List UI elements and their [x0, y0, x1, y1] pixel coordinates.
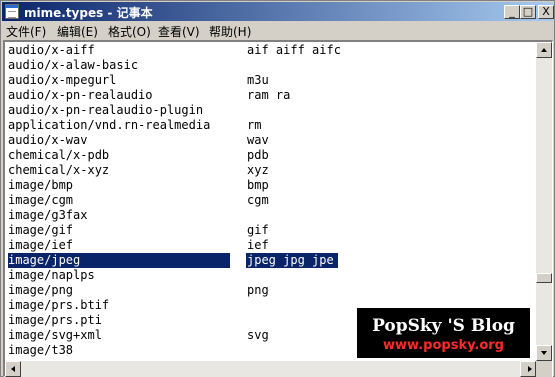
mime-type-text: image/ief	[8, 238, 74, 252]
extensions-text: wav	[247, 133, 269, 147]
maximize-button[interactable]: □	[520, 5, 536, 19]
extensions-text: jpeg jpg jpe	[247, 253, 334, 267]
minimize-button[interactable]: _	[504, 5, 520, 19]
arrow-down-icon[interactable]	[536, 345, 552, 361]
mime-type-text: image/svg+xml	[8, 328, 102, 342]
text-line[interactable]: image/ief ief	[8, 238, 535, 253]
text-line[interactable]: audio/x-mpegurl m3u	[8, 73, 535, 88]
mime-type-text: image/cgm	[8, 193, 74, 207]
mime-type-text: audio/x-wav	[8, 133, 88, 147]
title-bar[interactable]: mime.types - 记事本 _ □ X	[2, 2, 554, 21]
text-line[interactable]: image/naplps	[8, 268, 535, 283]
arrow-up-icon[interactable]	[536, 42, 552, 58]
extensions-text: pdb	[247, 148, 269, 162]
text-line[interactable]: audio/x-wav wav	[8, 133, 535, 148]
extensions-text: bmp	[247, 178, 269, 192]
size-grip[interactable]	[536, 361, 552, 377]
notepad-icon[interactable]	[5, 4, 19, 19]
blog-watermark: PopSky 'S Blog www.popsky.org	[357, 308, 530, 358]
mime-type-text: chemical/x-pdb	[8, 148, 110, 162]
mime-type-text: image/prs.btif	[8, 298, 110, 312]
menu-view[interactable]: 查看(V)	[158, 23, 200, 40]
vertical-scroll-thumb[interactable]	[536, 273, 552, 283]
notepad-window: mime.types - 记事本 _ □ X 文件(F) 编辑(E) 格式(O)…	[0, 0, 555, 377]
mime-type-text: image/t38	[8, 343, 74, 357]
mime-type-text: image/png	[8, 283, 74, 297]
menu-file[interactable]: 文件(F)	[6, 23, 46, 40]
menu-format[interactable]: 格式(O)	[108, 23, 151, 40]
mime-type-text: audio/x-alaw-basic	[8, 58, 139, 72]
mime-type-text: audio/x-aiff	[8, 43, 95, 57]
mime-type-text: image/naplps	[8, 268, 95, 282]
mime-type-text: audio/x-pn-realaudio	[8, 88, 153, 102]
text-line[interactable]: chemical/x-xyz xyz	[8, 163, 535, 178]
text-line[interactable]: image/gif gif	[8, 223, 535, 238]
mime-type-text: image/gif	[8, 223, 74, 237]
watermark-url: www.popsky.org	[383, 338, 504, 353]
extensions-text: xyz	[247, 163, 269, 177]
arrow-left-icon[interactable]	[5, 361, 21, 377]
window-title: mime.types - 记事本	[24, 6, 153, 20]
mime-type-text: image/prs.pti	[8, 313, 102, 327]
mime-type-text: audio/x-mpegurl	[8, 73, 117, 87]
text-line[interactable]: image/g3fax	[8, 208, 535, 223]
extensions-text: ief	[247, 238, 269, 252]
extensions-text: m3u	[247, 73, 269, 87]
text-line[interactable]: audio/x-alaw-basic	[8, 58, 535, 73]
extensions-text: ram ra	[247, 88, 291, 102]
mime-type-text: image/jpeg	[8, 253, 81, 267]
mime-type-text: image/g3fax	[8, 208, 88, 222]
horizontal-scrollbar[interactable]	[5, 361, 536, 377]
mime-type-text: audio/x-pn-realaudio-plugin	[8, 103, 204, 117]
extensions-text: gif	[247, 223, 269, 237]
menu-bar: 文件(F) 编辑(E) 格式(O) 查看(V) 帮助(H)	[2, 21, 553, 40]
text-line[interactable]: image/jpeg jpeg jpg jpe	[8, 253, 535, 268]
text-line[interactable]: audio/x-aiff aif aiff aifc	[8, 43, 535, 58]
mime-type-text: chemical/x-xyz	[8, 163, 110, 177]
extensions-text: svg	[247, 328, 269, 342]
menu-help[interactable]: 帮助(H)	[209, 23, 251, 40]
text-line[interactable]: image/bmp bmp	[8, 178, 535, 193]
arrow-right-icon[interactable]	[520, 361, 536, 377]
close-button[interactable]: X	[538, 5, 554, 19]
text-line[interactable]: image/cgm cgm	[8, 193, 535, 208]
watermark-title: PopSky 'S Blog	[372, 316, 515, 336]
text-line[interactable]: image/png png	[8, 283, 535, 298]
text-line[interactable]: application/vnd.rn-realmedia rm	[8, 118, 535, 133]
vertical-scrollbar[interactable]	[536, 42, 552, 361]
extensions-text: cgm	[247, 193, 269, 207]
menu-edit[interactable]: 编辑(E)	[57, 23, 98, 40]
extensions-text: png	[247, 283, 269, 297]
text-line[interactable]: chemical/x-pdb pdb	[8, 148, 535, 163]
extensions-text: aif aiff aifc	[247, 43, 341, 57]
mime-type-text: image/bmp	[8, 178, 74, 192]
text-line[interactable]: audio/x-pn-realaudio-plugin	[8, 103, 535, 118]
extensions-text: rm	[247, 118, 262, 132]
text-line[interactable]: audio/x-pn-realaudio ram ra	[8, 88, 535, 103]
mime-type-text: application/vnd.rn-realmedia	[8, 118, 211, 132]
